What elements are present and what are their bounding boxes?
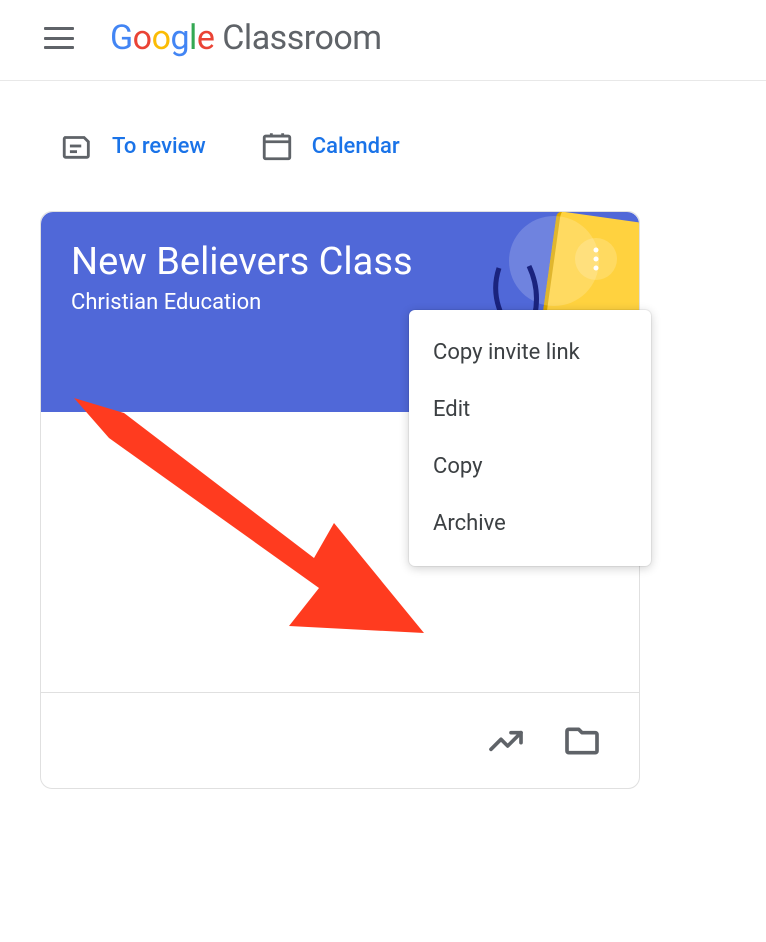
hamburger-menu-icon[interactable] [44, 23, 74, 53]
more-vertical-icon [593, 247, 599, 271]
class-card[interactable]: New Believers Class Christian Education … [40, 211, 640, 789]
to-review-label: To review [112, 134, 206, 159]
calendar-label: Calendar [312, 134, 400, 159]
menu-archive[interactable]: Archive [409, 495, 651, 552]
trending-icon[interactable] [485, 720, 527, 762]
app-header: Google Classroom [0, 0, 766, 81]
to-review-link[interactable]: To review [60, 129, 206, 163]
folder-icon[interactable] [561, 720, 603, 762]
calendar-icon [260, 129, 294, 163]
menu-copy-invite-link[interactable]: Copy invite link [409, 324, 651, 381]
quick-actions-row: To review Calendar [0, 81, 766, 199]
calendar-link[interactable]: Calendar [260, 129, 400, 163]
menu-edit[interactable]: Edit [409, 381, 651, 438]
class-card-footer [41, 692, 639, 788]
class-more-button[interactable] [575, 238, 617, 280]
review-icon [60, 129, 94, 163]
menu-copy[interactable]: Copy [409, 438, 651, 495]
class-options-menu: Copy invite link Edit Copy Archive [409, 310, 651, 566]
google-classroom-logo: Google Classroom [110, 18, 382, 58]
product-name: Classroom [214, 18, 381, 58]
